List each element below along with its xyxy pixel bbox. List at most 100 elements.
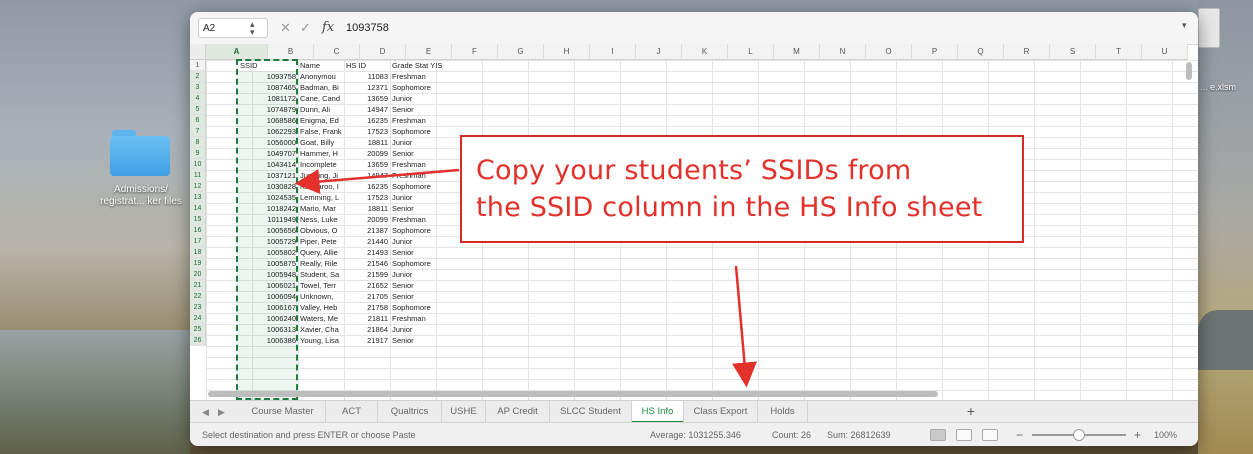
column-header-a[interactable]: A (206, 44, 268, 60)
cell-b4[interactable]: Cane, Cand (298, 93, 344, 104)
vertical-scrollbar[interactable] (1186, 62, 1192, 80)
name-box[interactable]: A2 (198, 18, 268, 38)
column-header-i[interactable]: I (590, 44, 636, 60)
cell-c15[interactable]: 20099 (344, 214, 390, 225)
column-header-p[interactable]: P (912, 44, 958, 60)
cell-d2[interactable]: Freshman (390, 71, 450, 82)
zoom-in-button[interactable]: + (1134, 423, 1141, 446)
folder-icon[interactable] (110, 130, 170, 176)
cell-d12[interactable]: Sophomore (390, 181, 450, 192)
add-sheet-button[interactable]: + (958, 401, 984, 423)
cell-b11[interactable]: Jumping, Ji (298, 170, 344, 181)
cell-a18[interactable]: 1005802 (238, 247, 298, 258)
row-header-4[interactable]: 4 (190, 93, 206, 104)
row-header-13[interactable]: 13 (190, 192, 206, 203)
cell-d14[interactable]: Senior (390, 203, 450, 214)
cell-a22[interactable]: 1006094 (238, 291, 298, 302)
row-header-14[interactable]: 14 (190, 203, 206, 214)
page-layout-view-button[interactable] (956, 429, 972, 441)
cell-d4[interactable]: Junior (390, 93, 450, 104)
cell-b2[interactable]: Anonymou (298, 71, 344, 82)
row-header-24[interactable]: 24 (190, 313, 206, 324)
cell-c5[interactable]: 14947 (344, 104, 390, 115)
column-header-c[interactable]: C (314, 44, 360, 60)
cell-c1[interactable]: HS ID (344, 60, 390, 71)
prev-sheet-icon[interactable]: ◀ (202, 405, 209, 419)
cell-a1[interactable]: SSID (238, 60, 298, 71)
column-header-m[interactable]: M (774, 44, 820, 60)
cell-d5[interactable]: Senior (390, 104, 450, 115)
function-icon[interactable]: fx (322, 18, 334, 38)
row-header-1[interactable]: 1 (190, 60, 206, 71)
next-sheet-icon[interactable]: ▶ (218, 405, 225, 419)
cell-d16[interactable]: Sophomore (390, 225, 450, 236)
sheet-tab-qualtrics[interactable]: Qualtrics (378, 401, 442, 423)
cell-c26[interactable]: 21917 (344, 335, 390, 346)
row-header-19[interactable]: 19 (190, 258, 206, 269)
cell-b5[interactable]: Dunn, Ali (298, 104, 344, 115)
row-header-20[interactable]: 20 (190, 269, 206, 280)
cell-a13[interactable]: 1024535 (238, 192, 298, 203)
zoom-level[interactable]: 100% (1154, 423, 1177, 446)
column-header-o[interactable]: O (866, 44, 912, 60)
cell-d25[interactable]: Junior (390, 324, 450, 335)
cell-a11[interactable]: 1037121 (238, 170, 298, 181)
cell-d23[interactable]: Sophomore (390, 302, 450, 313)
row-header-16[interactable]: 16 (190, 225, 206, 236)
cell-c23[interactable]: 21758 (344, 302, 390, 313)
cell-d6[interactable]: Freshman (390, 115, 450, 126)
column-header-n[interactable]: N (820, 44, 866, 60)
cell-b13[interactable]: Lemming, L (298, 192, 344, 203)
cell-b21[interactable]: Towel, Terr (298, 280, 344, 291)
cell-c14[interactable]: 18811 (344, 203, 390, 214)
cell-a26[interactable]: 1006386 (238, 335, 298, 346)
sheet-tab-course-master[interactable]: Course Master (240, 401, 326, 423)
cell-c17[interactable]: 21440 (344, 236, 390, 247)
cell-d26[interactable]: Senior (390, 335, 450, 346)
cell-c2[interactable]: 11083 (344, 71, 390, 82)
cell-d10[interactable]: Freshman (390, 159, 450, 170)
confirm-icon[interactable]: ✓ (300, 18, 311, 38)
cell-c24[interactable]: 21811 (344, 313, 390, 324)
cell-c19[interactable]: 21546 (344, 258, 390, 269)
cell-d9[interactable]: Senior (390, 148, 450, 159)
cell-c4[interactable]: 13659 (344, 93, 390, 104)
cell-a19[interactable]: 1005875 (238, 258, 298, 269)
row-header-15[interactable]: 15 (190, 214, 206, 225)
formula-input[interactable]: 1093758 (346, 18, 389, 38)
cell-a5[interactable]: 1074879 (238, 104, 298, 115)
cell-a2[interactable]: 1093758 (238, 71, 298, 82)
sheet-tab-holds[interactable]: Holds (758, 401, 808, 423)
cell-c16[interactable]: 21387 (344, 225, 390, 236)
cell-a20[interactable]: 1005948 (238, 269, 298, 280)
sheet-tab-act[interactable]: ACT (326, 401, 378, 423)
cell-a23[interactable]: 1006167 (238, 302, 298, 313)
row-header-11[interactable]: 11 (190, 170, 206, 181)
cell-a21[interactable]: 1006021 (238, 280, 298, 291)
sheet-tab-hs-info[interactable]: HS Info (632, 401, 684, 423)
row-header-2[interactable]: 2 (190, 71, 206, 82)
cell-d11[interactable]: Freshman (390, 170, 450, 181)
cell-d13[interactable]: Junior (390, 192, 450, 203)
page-break-view-button[interactable] (982, 429, 998, 441)
cell-d3[interactable]: Sophomore (390, 82, 450, 93)
expand-formula-bar-icon[interactable]: ▾ (1182, 20, 1187, 31)
row-header-25[interactable]: 25 (190, 324, 206, 335)
cell-a8[interactable]: 1056000 (238, 137, 298, 148)
cell-b8[interactable]: Goat, Billy (298, 137, 344, 148)
cell-b1[interactable]: Name (298, 60, 344, 71)
cell-a17[interactable]: 1005729 (238, 236, 298, 247)
row-header-22[interactable]: 22 (190, 291, 206, 302)
sheet-tab-slcc-student[interactable]: SLCC Student (550, 401, 632, 423)
column-header-r[interactable]: R (1004, 44, 1050, 60)
column-header-h[interactable]: H (544, 44, 590, 60)
cell-a7[interactable]: 1062293 (238, 126, 298, 137)
row-header-12[interactable]: 12 (190, 181, 206, 192)
cell-b17[interactable]: Piper, Pete (298, 236, 344, 247)
cell-b25[interactable]: Xavier, Cha (298, 324, 344, 335)
row-header-3[interactable]: 3 (190, 82, 206, 93)
cell-a14[interactable]: 1018242 (238, 203, 298, 214)
row-header-10[interactable]: 10 (190, 159, 206, 170)
select-all-corner[interactable] (190, 44, 206, 60)
column-header-f[interactable]: F (452, 44, 498, 60)
